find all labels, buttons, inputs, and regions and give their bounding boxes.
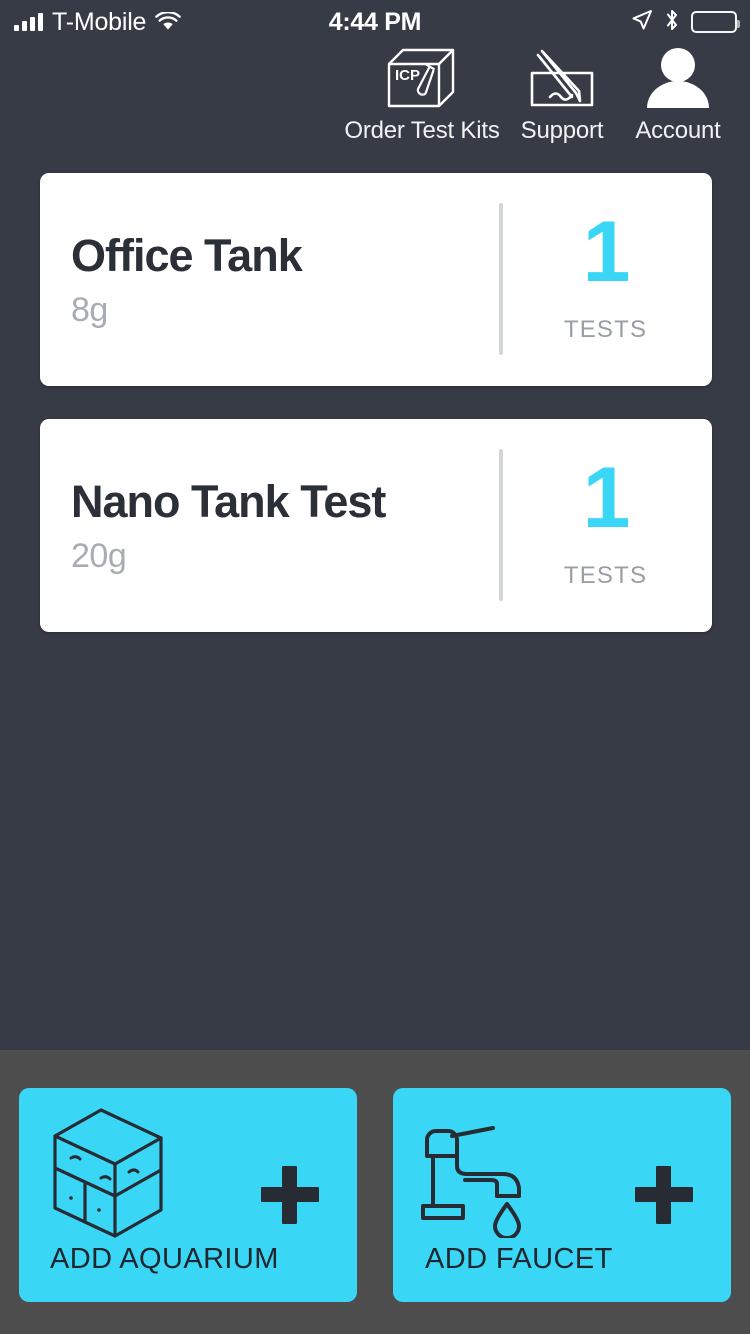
top-navigation: ICP Order Test Kits Support Account — [330, 40, 750, 145]
faucet-drip-icon — [419, 1110, 545, 1243]
aquarium-tank-icon — [49, 1106, 169, 1243]
nav-account[interactable]: Account — [622, 43, 734, 145]
battery-icon — [691, 11, 740, 33]
tank-test-count-label: TESTS — [563, 562, 648, 590]
tank-card[interactable]: Office Tank 8g 1 TESTS — [40, 173, 712, 386]
tank-test-count: 1 — [582, 449, 631, 546]
tank-info: Office Tank 8g — [71, 173, 303, 386]
add-aquarium-button[interactable]: ADD AQUARIUM — [19, 1088, 357, 1302]
tank-volume: 8g — [71, 291, 108, 330]
svg-text:ICP: ICP — [395, 67, 420, 84]
tank-test-count-label: TESTS — [563, 316, 648, 344]
tank-test-count-group: 1 TESTS — [499, 173, 712, 386]
add-aquarium-label: ADD AQUARIUM — [50, 1243, 279, 1275]
icp-test-kit-box-icon: ICP — [381, 43, 463, 115]
status-bar-right — [631, 0, 740, 44]
nav-support[interactable]: Support — [502, 43, 622, 145]
plus-icon — [635, 1166, 693, 1224]
location-arrow-icon — [631, 9, 653, 36]
tank-name: Office Tank — [71, 229, 303, 281]
tank-test-count: 1 — [582, 203, 631, 300]
nav-account-label: Account — [635, 117, 721, 144]
nav-order-test-kits-label: Order Test Kits — [344, 117, 500, 144]
status-bar: T-Mobile 4:44 PM — [0, 0, 750, 44]
tank-volume: 20g — [71, 537, 127, 576]
add-faucet-button[interactable]: ADD FAUCET — [393, 1088, 731, 1302]
tank-info: Nano Tank Test 20g — [71, 419, 386, 632]
nav-order-test-kits[interactable]: ICP Order Test Kits — [342, 43, 502, 145]
pen-signing-form-icon — [524, 43, 600, 115]
plus-icon — [261, 1166, 319, 1224]
tank-test-count-group: 1 TESTS — [499, 419, 712, 632]
add-faucet-label: ADD FAUCET — [425, 1243, 613, 1275]
bottom-action-bar: ADD AQUARIUM ADD FAUCET — [0, 1050, 750, 1334]
person-account-icon — [642, 43, 714, 115]
tank-card[interactable]: Nano Tank Test 20g 1 TESTS — [40, 419, 712, 632]
bluetooth-icon — [664, 8, 680, 37]
nav-support-label: Support — [520, 117, 604, 144]
tank-name: Nano Tank Test — [71, 475, 386, 527]
app-screen: T-Mobile 4:44 PM ICP Order Test Kits Sup… — [0, 0, 750, 1334]
